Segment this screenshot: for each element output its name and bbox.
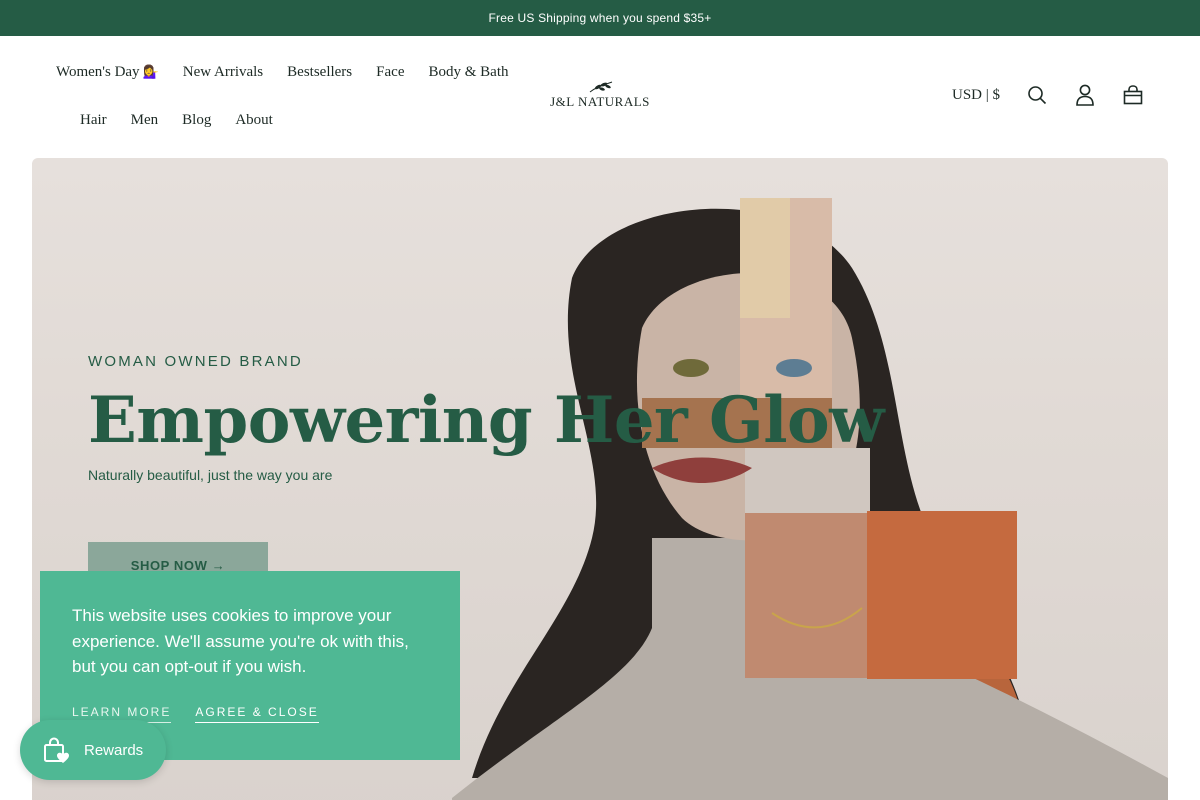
main-nav-row-1: Women's Day 💁‍♀️ New Arrivals Bestsellers…: [56, 64, 509, 81]
nav-womens-day-label: Women's Day: [56, 64, 140, 80]
currency-selector[interactable]: USD | $: [952, 87, 1000, 104]
nav-men[interactable]: Men: [131, 112, 159, 129]
announcement-bar: Free US Shipping when you spend $35+: [0, 0, 1200, 36]
nav-about[interactable]: About: [235, 112, 273, 129]
cookie-message: This website uses cookies to improve you…: [72, 606, 409, 676]
nav-bestsellers[interactable]: Bestsellers: [287, 64, 352, 81]
header-tools: USD | $: [952, 84, 1144, 106]
announcement-text: Free US Shipping when you spend $35+: [488, 11, 712, 25]
hero-eyebrow: WOMAN OWNED BRAND: [88, 353, 303, 370]
brand-logo-text: J&L NATURALS: [550, 94, 650, 109]
nav-body-bath[interactable]: Body & Bath: [428, 64, 508, 81]
rewards-label: Rewards: [84, 741, 144, 759]
nav-face[interactable]: Face: [376, 64, 404, 81]
rewards-launcher[interactable]: Rewards: [20, 720, 166, 780]
brand-logo[interactable]: J&L NATURALS: [550, 80, 650, 114]
search-icon[interactable]: [1026, 84, 1048, 106]
woman-tipping-hand-icon: 💁‍♀️: [142, 64, 159, 79]
nav-hair[interactable]: Hair: [80, 112, 107, 129]
hero-title: Empowering Her Glow: [88, 383, 884, 458]
cart-icon[interactable]: [1122, 84, 1144, 106]
main-nav-row-2: Hair Men Blog About: [80, 112, 273, 129]
hero-subtitle: Naturally beautiful, just the way you ar…: [88, 467, 333, 483]
nav-new-arrivals[interactable]: New Arrivals: [183, 64, 263, 81]
shopping-bag-heart-icon: [44, 737, 69, 763]
site-header: Women's Day 💁‍♀️ New Arrivals Bestsellers…: [0, 36, 1200, 158]
account-icon[interactable]: [1074, 84, 1096, 106]
nav-womens-day[interactable]: Women's Day 💁‍♀️: [56, 64, 159, 81]
nav-blog[interactable]: Blog: [182, 112, 211, 129]
agree-close-button[interactable]: AGREE & CLOSE: [195, 705, 319, 723]
leaf-sprig-icon: [589, 81, 613, 93]
